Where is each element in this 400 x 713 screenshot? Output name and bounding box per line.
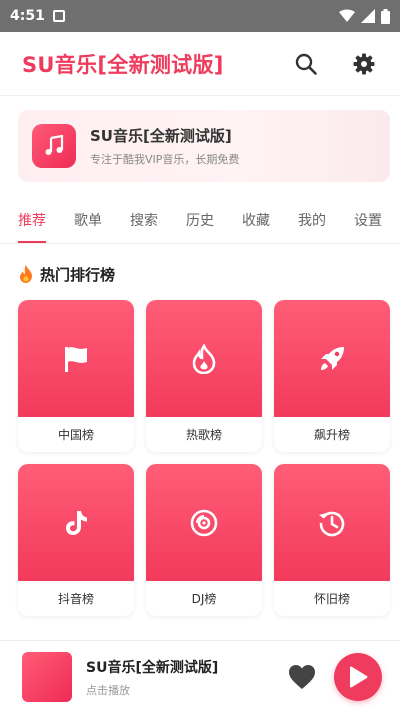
play-button[interactable] — [334, 653, 382, 701]
search-button[interactable] — [292, 50, 320, 78]
chart-label: 热歌榜 — [185, 428, 222, 442]
tab-settings[interactable]: 设置 — [354, 196, 382, 243]
chart-label: DJ榜 — [191, 592, 217, 606]
player-subtitle: 点击播放 — [86, 683, 130, 697]
app-banner[interactable]: SU音乐[全新测试版] 专注于酷我VIP音乐，长期免费 — [18, 110, 390, 182]
chart-label: 中国榜 — [57, 428, 94, 442]
tiktok-icon — [66, 510, 87, 535]
notification-icon — [52, 10, 65, 22]
settings-button[interactable] — [350, 50, 378, 78]
fire-icon — [20, 265, 32, 283]
banner-title: SU音乐[全新测试版] — [90, 127, 232, 145]
flag-icon — [65, 346, 87, 372]
favorite-button[interactable] — [288, 663, 316, 691]
section-header: 热门排行榜 — [18, 262, 115, 286]
signal-icon — [361, 9, 375, 23]
heart-icon — [289, 665, 315, 689]
battery-icon — [381, 8, 390, 24]
fire-icon — [192, 343, 216, 374]
wifi-icon — [339, 9, 355, 22]
chart-card-dj[interactable]: DJ榜 — [146, 464, 262, 616]
chart-label: 飙升榜 — [313, 428, 350, 442]
chart-card-nostalgia[interactable]: 怀旧榜 — [274, 464, 390, 616]
search-icon — [295, 53, 317, 75]
chart-card-china[interactable]: 中国榜 — [18, 300, 134, 452]
status-bar: 4:51 — [0, 0, 400, 32]
tab-recommend[interactable]: 推荐 — [18, 196, 46, 243]
tab-bar: 推荐 歌单 搜索 历史 收藏 我的 设置 — [0, 196, 400, 244]
rocket-icon — [321, 346, 344, 370]
tab-mine[interactable]: 我的 — [298, 196, 326, 243]
tab-history[interactable]: 历史 — [186, 196, 214, 243]
status-time: 4:51 — [10, 8, 45, 24]
chart-label: 抖音榜 — [57, 592, 94, 606]
tab-favorites[interactable]: 收藏 — [242, 196, 270, 243]
chart-label: 怀旧榜 — [313, 592, 350, 606]
album-cover[interactable] — [22, 652, 72, 702]
player-title: SU音乐[全新测试版] — [86, 659, 219, 676]
banner-subtitle: 专注于酷我VIP音乐，长期免费 — [90, 153, 240, 166]
music-note-icon — [45, 135, 64, 155]
tab-playlists[interactable]: 歌单 — [74, 196, 102, 243]
play-icon — [350, 666, 368, 688]
section-title: 热门排行榜 — [40, 265, 116, 284]
tab-search[interactable]: 搜索 — [130, 196, 158, 243]
gear-icon — [353, 53, 375, 74]
app-bar: SU音乐[全新测试版] — [0, 32, 400, 96]
disc-icon — [190, 509, 218, 536]
chart-card-hot[interactable]: 热歌榜 — [146, 300, 262, 452]
mini-player[interactable]: SU音乐[全新测试版] 点击播放 — [0, 640, 400, 713]
chart-card-douyin[interactable]: 抖音榜 — [18, 464, 134, 616]
app-title: SU音乐[全新测试版] — [22, 52, 224, 77]
history-icon — [319, 511, 345, 536]
chart-card-rising[interactable]: 飙升榜 — [274, 300, 390, 452]
app-logo — [32, 124, 76, 168]
chart-grid: 中国榜 热歌榜 飙升榜 抖音榜 DJ榜 怀旧榜 — [18, 300, 390, 616]
